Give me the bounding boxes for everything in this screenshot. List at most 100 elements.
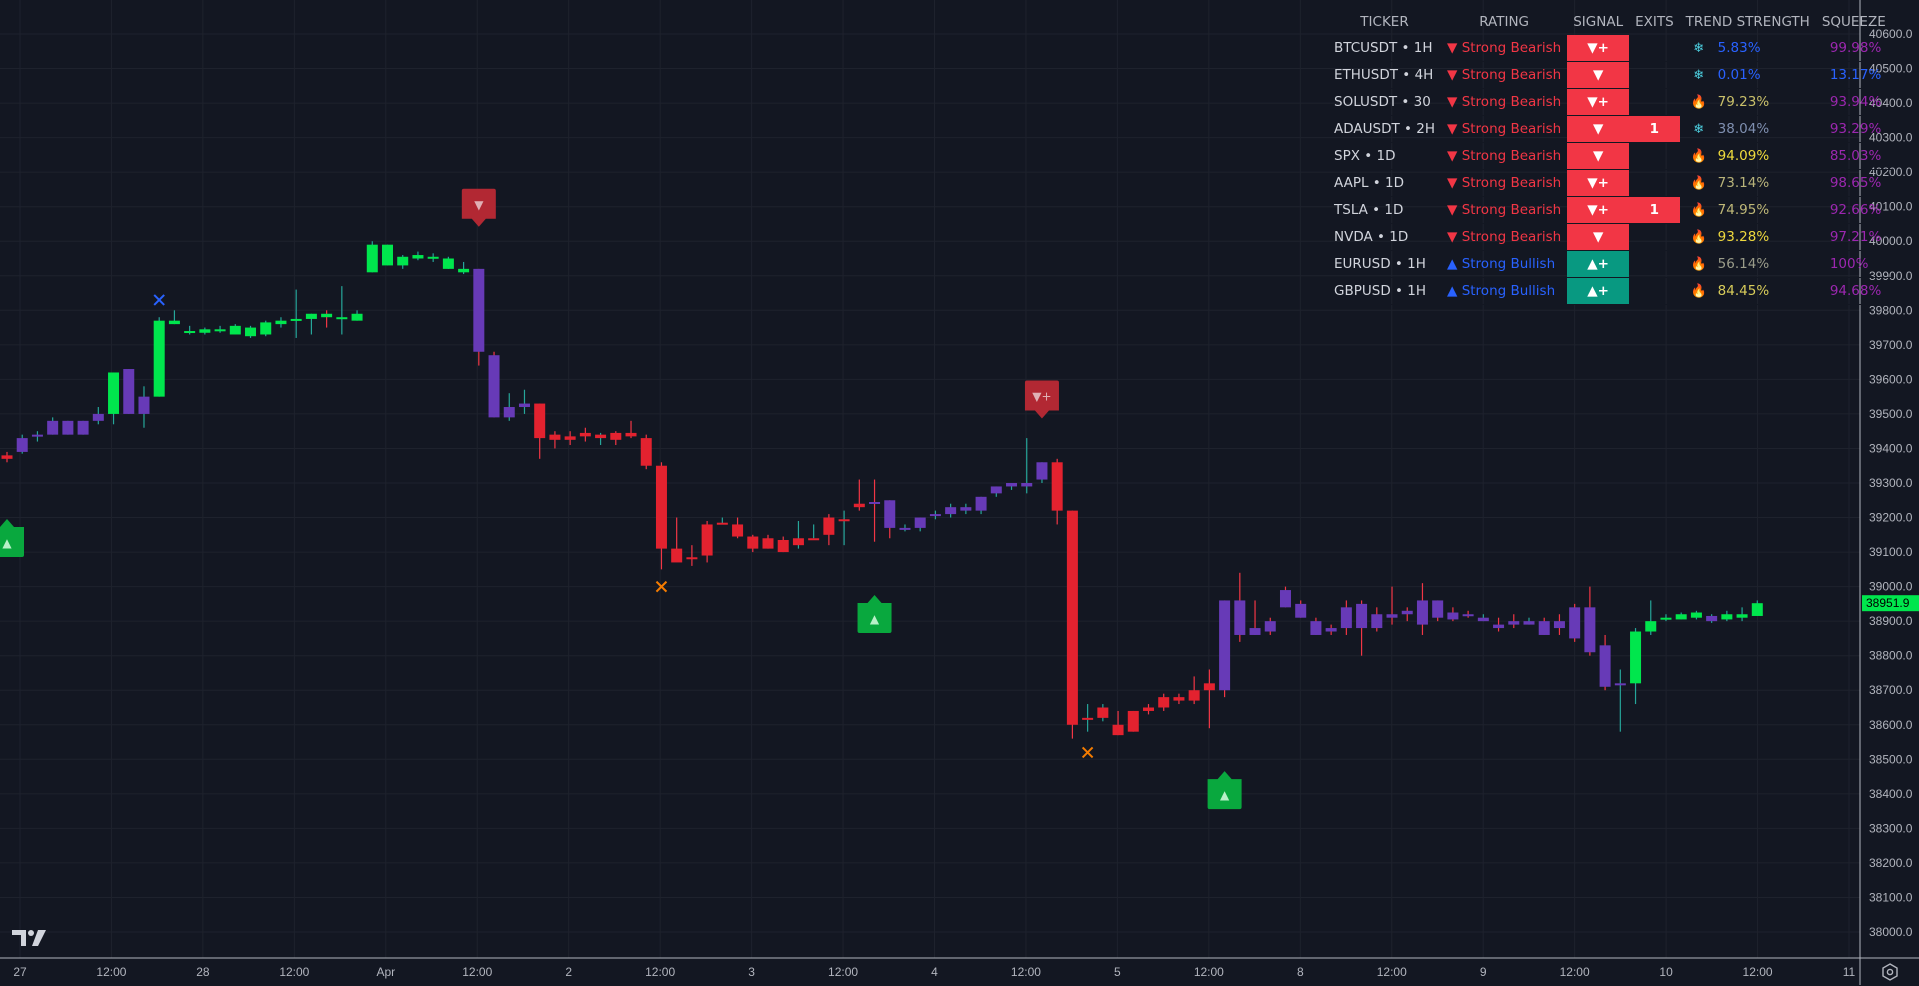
exits-cell	[1629, 142, 1680, 170]
candle-body	[1264, 621, 1276, 632]
price-tick-label: 38700.0	[1869, 683, 1913, 697]
candle-body	[229, 325, 241, 335]
candle	[1584, 586, 1596, 656]
candle	[260, 320, 272, 337]
candle	[579, 427, 591, 442]
candle	[1493, 617, 1505, 632]
ticker-cell: BTCUSDT • 1H	[1328, 35, 1442, 62]
tradingview-logo-icon[interactable]	[12, 928, 48, 952]
candle	[1538, 617, 1550, 635]
fire-icon: 🔥	[1690, 257, 1707, 272]
trend-strength-cell: 🔥 79.23%	[1679, 88, 1816, 116]
candle	[990, 486, 1002, 497]
candle	[1416, 583, 1428, 635]
ticker-cell: ETHUSDT • 4H	[1328, 61, 1442, 89]
candle	[1386, 586, 1398, 625]
time-tick-label: 4	[931, 965, 938, 979]
candle	[625, 420, 637, 439]
candle-body	[1477, 617, 1489, 622]
candle	[473, 268, 485, 366]
candle	[488, 351, 500, 418]
candle-body	[945, 507, 957, 515]
time-tick-label: 12:00	[828, 965, 858, 979]
price-tick-label: 38300.0	[1869, 821, 1913, 835]
candle-body	[199, 329, 211, 333]
candle-body	[1386, 614, 1398, 618]
candle	[1553, 614, 1565, 635]
dashboard-body: BTCUSDT • 1H ▼ Strong Bearish ▼+ ❄ 5.83% 99.9…	[1328, 35, 1892, 305]
ticker-cell: SPX • 1D	[1328, 142, 1442, 170]
candle	[1021, 438, 1033, 494]
buy-flag-label: ▲	[2, 536, 12, 550]
trend-strength-cell: 🔥 94.09%	[1679, 142, 1816, 170]
candle-body	[869, 501, 881, 504]
candle-body	[1630, 631, 1642, 684]
exits-cell	[1629, 250, 1680, 278]
price-tick-label: 38600.0	[1869, 718, 1913, 732]
candle-body	[701, 524, 713, 556]
header-rating: RATING	[1479, 13, 1530, 30]
trend-strength-cell: 🔥 73.14%	[1679, 169, 1816, 197]
price-tick-label: 38000.0	[1869, 925, 1913, 939]
squeeze-cell: 13.17%	[1815, 61, 1892, 89]
dashboard-row: TSLA • 1D ▼ Strong Bearish ▼+ 1 🔥 74.95% 92.66…	[1328, 196, 1892, 224]
candle-body	[1, 455, 13, 459]
candle	[1036, 462, 1048, 483]
candle-body	[838, 519, 850, 522]
price-tag-label: 38951.9	[1866, 596, 1910, 610]
candle-body	[671, 548, 683, 563]
candle-body	[31, 434, 43, 437]
candle	[1356, 600, 1368, 656]
settings-icon[interactable]	[1880, 962, 1900, 982]
squeeze-cell: 100%	[1815, 250, 1892, 278]
candle-body	[366, 244, 378, 273]
x-mark	[153, 294, 165, 306]
candle-body	[579, 432, 591, 437]
time-tick-label: 3	[748, 965, 755, 979]
candle	[245, 325, 257, 338]
ticker-cell: ADAUSDT • 2H	[1328, 115, 1442, 143]
candle-body	[686, 557, 698, 560]
candle-body	[640, 438, 652, 466]
candle	[777, 536, 789, 553]
candle-body	[975, 496, 987, 511]
candle	[762, 534, 774, 549]
candle-body	[1006, 483, 1018, 487]
trend-strength-cell: 🔥 74.95%	[1679, 196, 1816, 224]
time-tick-label: 5	[1114, 965, 1121, 979]
candle-body	[1614, 683, 1626, 686]
ticker-cell: EURUSD • 1H	[1328, 250, 1442, 278]
candle-body	[1493, 624, 1505, 629]
candle-body	[305, 313, 317, 319]
candle	[31, 431, 43, 442]
signal-cell: ▲+	[1567, 277, 1630, 305]
candle	[108, 372, 120, 425]
candle	[351, 310, 363, 321]
candle-body	[458, 268, 470, 273]
candle	[1523, 617, 1535, 625]
candle-body	[716, 522, 728, 525]
exits-cell: 1	[1629, 115, 1680, 143]
signal-cell: ▼	[1567, 142, 1630, 170]
candle	[382, 244, 393, 266]
candle	[549, 431, 561, 449]
rating-cell: ▼ Strong Bearish	[1441, 115, 1568, 143]
exit-x-marker	[153, 294, 165, 306]
time-tick-label: 12:00	[645, 965, 675, 979]
dashboard-row: NVDA • 1D ▼ Strong Bearish ▼ 🔥 93.28% 97.21%	[1328, 223, 1892, 251]
rating-cell: ▼ Strong Bearish	[1441, 169, 1568, 197]
candle	[1203, 669, 1215, 729]
candle	[1188, 676, 1200, 705]
candle	[397, 255, 409, 269]
candle	[716, 517, 728, 525]
header-exits: EXITS	[1635, 13, 1674, 30]
candle	[975, 496, 987, 515]
candle-body	[595, 434, 607, 439]
candle	[305, 313, 317, 335]
signal-cell: ▼	[1567, 223, 1630, 251]
candle-body	[1036, 462, 1048, 480]
candle-body	[1143, 707, 1154, 711]
candle-body	[1066, 510, 1078, 725]
signal-cell: ▼+	[1567, 35, 1630, 62]
header-trend-strength: TREND STRENGTH	[1685, 13, 1810, 30]
